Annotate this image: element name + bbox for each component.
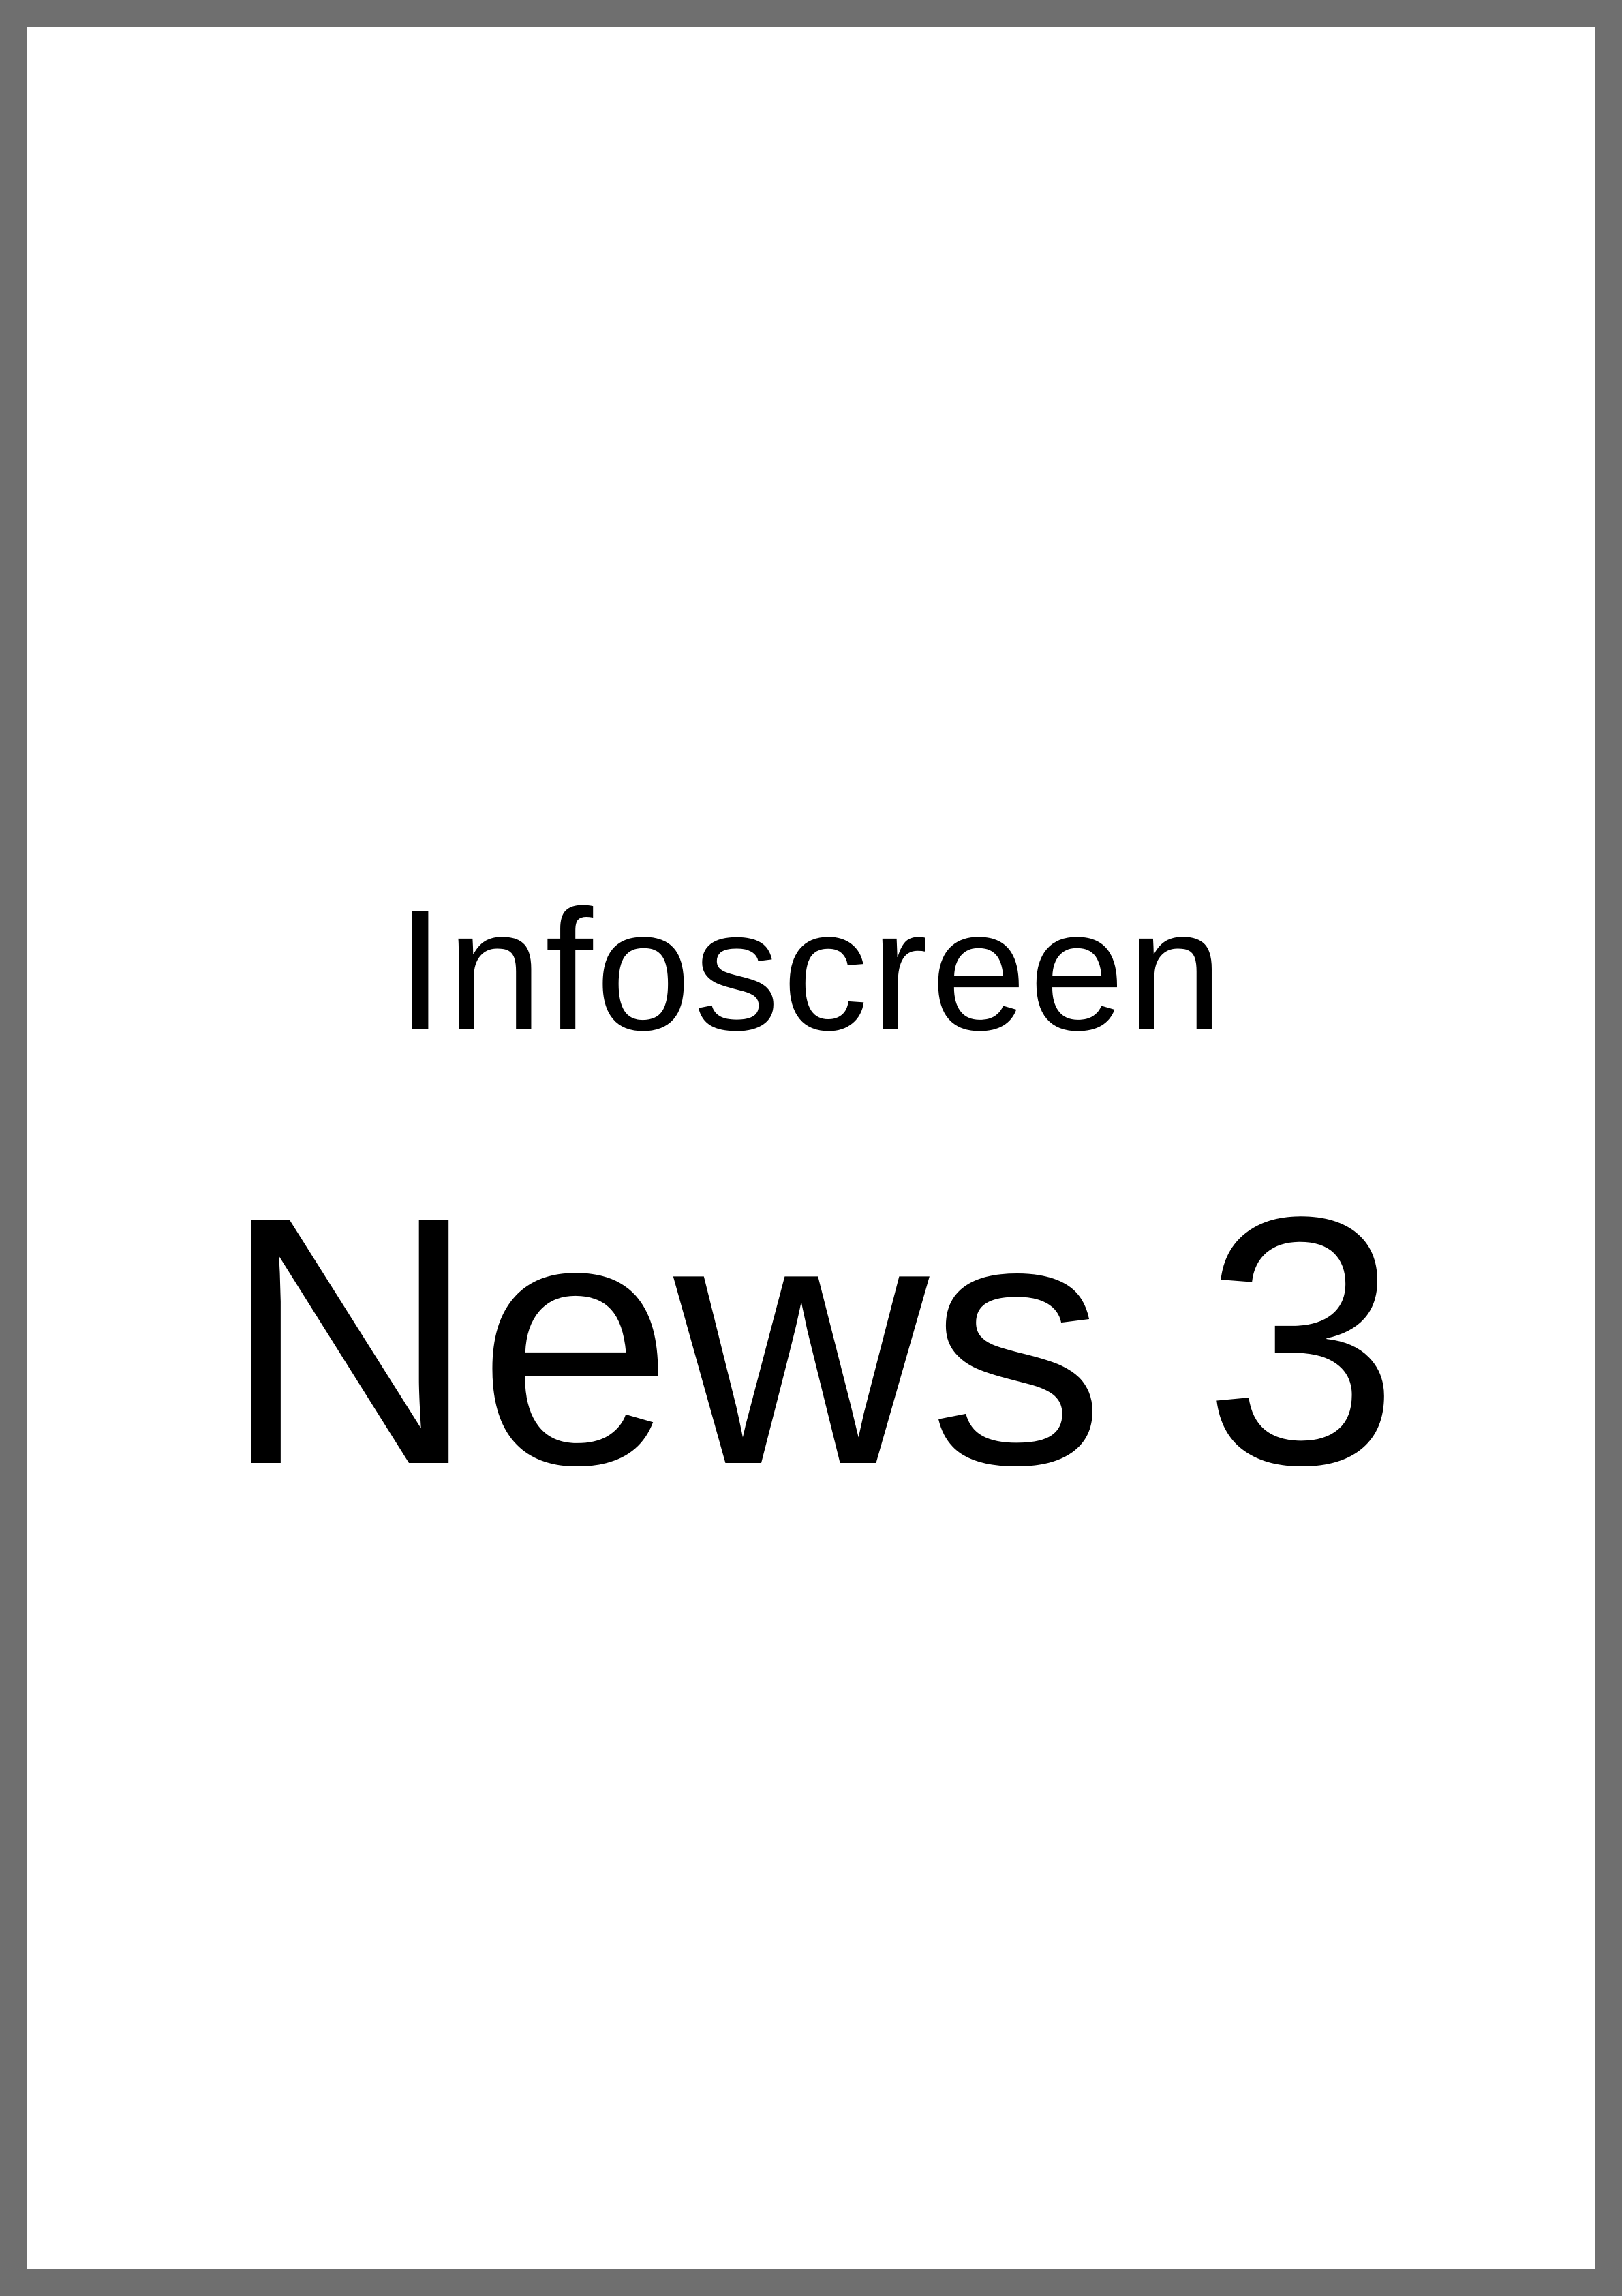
page-title: News 3 bbox=[222, 1143, 1400, 1538]
infoscreen-frame: Infoscreen News 3 bbox=[0, 0, 1622, 2296]
infoscreen-panel: Infoscreen News 3 bbox=[55, 55, 1567, 2241]
infoscreen-label: Infoscreen bbox=[396, 875, 1226, 1066]
